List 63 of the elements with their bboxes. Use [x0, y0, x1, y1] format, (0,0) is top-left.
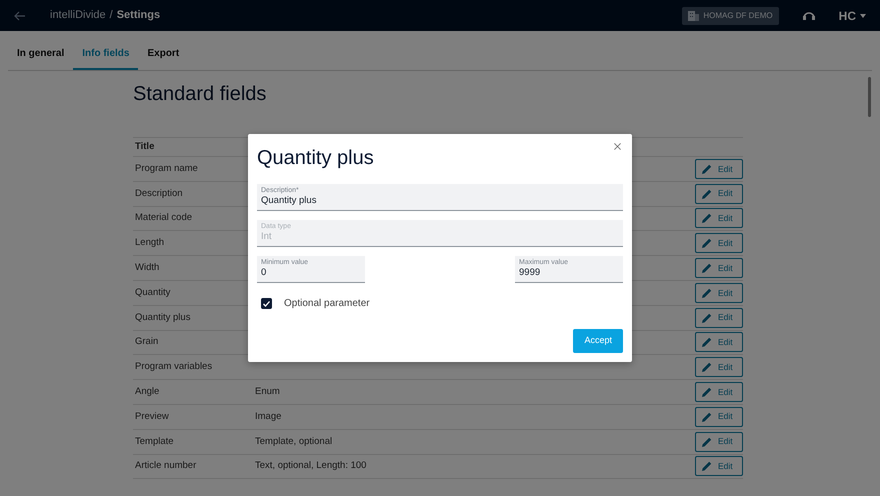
pencil-icon: [702, 412, 712, 422]
table-cell-text: Program variables: [134, 360, 214, 374]
pencil-icon: [702, 288, 712, 298]
tab[interactable]: Info fields: [73, 31, 138, 70]
tenant-selector[interactable]: HOMAG DF DEMO: [682, 6, 779, 24]
table-cell-text: Enum: [255, 384, 280, 399]
edit-button[interactable]: Edit: [695, 456, 743, 476]
edit-button[interactable]: Edit: [695, 233, 743, 254]
pencil-icon: [702, 436, 712, 447]
pencil-icon: [702, 337, 712, 348]
table-cell-text: Text, optional, Length: 100: [255, 459, 366, 474]
edit-button[interactable]: Edit: [695, 357, 743, 378]
edit-button[interactable]: Edit: [695, 432, 743, 452]
table-cell-text: Template: [134, 434, 175, 449]
pencil-icon: [702, 213, 712, 224]
support-icon[interactable]: [802, 10, 815, 21]
user-menu[interactable]: HC: [838, 6, 866, 24]
edit-button[interactable]: Edit: [695, 382, 743, 402]
tenant-name: HOMAG DF DEMO: [703, 10, 773, 22]
edit-button[interactable]: Edit: [695, 158, 743, 179]
pencil-icon: [702, 387, 712, 398]
building-icon: [688, 10, 700, 20]
breadcrumb-separator: /: [110, 8, 113, 24]
checkbox[interactable]: [261, 298, 272, 309]
edit-button[interactable]: Edit: [695, 258, 743, 278]
checkbox-label: Optional parameter: [284, 297, 370, 311]
table-cell-text: Angle: [134, 384, 160, 399]
page-title: Settings: [116, 8, 160, 24]
edit-button[interactable]: Edit: [695, 406, 743, 427]
table-cell-text: Quantity plus: [134, 310, 192, 325]
pencil-icon: [702, 238, 712, 248]
app-name[interactable]: intelliDivide: [50, 7, 106, 24]
column-header: Title: [134, 140, 156, 154]
table-cell-text: Description: [134, 186, 184, 201]
table-cell-text: Quantity: [134, 286, 172, 300]
edit-button[interactable]: Edit: [695, 282, 743, 303]
table-cell-text: Article number: [134, 459, 198, 474]
table-cell-text: Program name: [134, 162, 199, 176]
caret-icon: [860, 14, 866, 18]
table-cell-text: Material code: [134, 211, 194, 226]
pencil-icon: [702, 188, 712, 199]
table-cell: Image: [255, 410, 282, 424]
accept-button[interactable]: Accept: [573, 329, 623, 352]
table-cell-text: Width: [134, 260, 160, 275]
pencil-icon: [702, 164, 712, 174]
edit-button[interactable]: Edit: [695, 208, 743, 228]
scrollbar[interactable]: [868, 77, 871, 117]
section-title: Standard fields: [133, 82, 268, 106]
edit-button[interactable]: Edit: [695, 184, 743, 204]
table-cell-text: Length: [134, 236, 166, 250]
table-cell: Template, optional: [255, 434, 332, 449]
pencil-icon: [702, 312, 712, 323]
table-cell-text: Preview: [134, 410, 170, 424]
tab[interactable]: Export: [138, 31, 188, 70]
dialog-title: Quantity plus: [257, 146, 374, 170]
edit-button[interactable]: Edit: [695, 308, 743, 328]
pencil-icon: [702, 362, 712, 372]
close-button[interactable]: [611, 140, 624, 153]
pencil-icon: [702, 461, 712, 472]
table-cell-text: Grain: [134, 335, 160, 350]
pencil-icon: [702, 263, 712, 274]
tab[interactable]: In general: [8, 31, 74, 70]
edit-button[interactable]: Edit: [695, 332, 743, 352]
